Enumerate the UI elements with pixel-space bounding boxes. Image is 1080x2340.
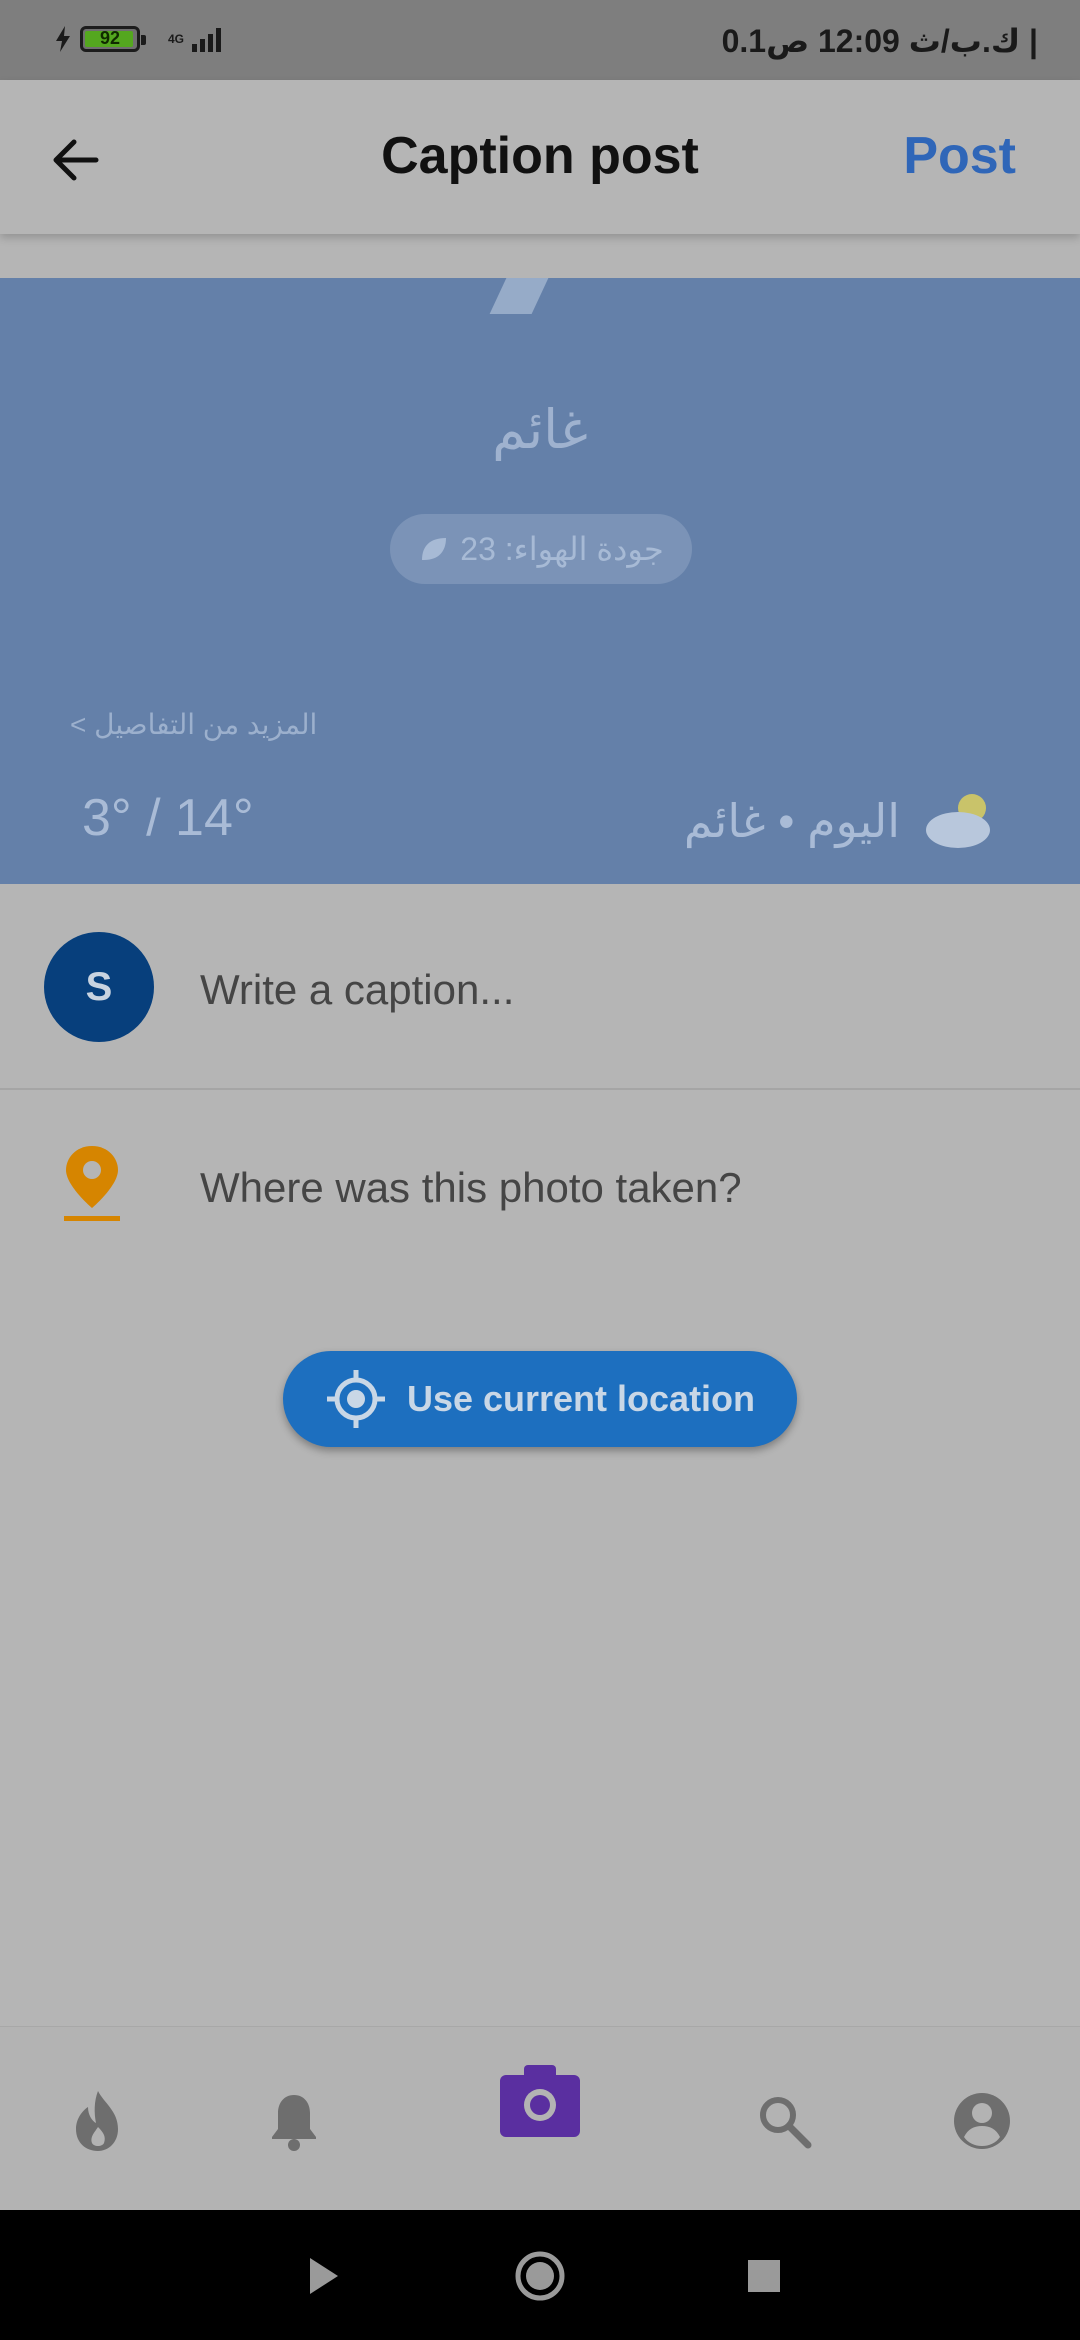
nav-trending[interactable] bbox=[58, 2081, 138, 2161]
bell-icon bbox=[272, 2095, 316, 2151]
signal-icon bbox=[192, 26, 222, 52]
leaf-icon bbox=[422, 538, 447, 560]
nav-notifications[interactable] bbox=[254, 2081, 334, 2161]
more-details-text: المزيد من التفاصيل bbox=[94, 709, 318, 740]
more-details-link: < المزيد من التفاصيل bbox=[70, 708, 317, 741]
flame-icon bbox=[76, 2091, 118, 2151]
caption-row: S bbox=[0, 884, 1080, 1090]
battery-level: 92 bbox=[99, 28, 121, 48]
gps-target-icon bbox=[326, 1370, 385, 1428]
search-icon bbox=[760, 2097, 812, 2149]
avatar: S bbox=[44, 932, 154, 1042]
charging-icon bbox=[56, 26, 70, 52]
use-current-location-button[interactable]: Use current location bbox=[283, 1351, 797, 1447]
weather-condition: غائم bbox=[492, 400, 588, 460]
photo-preview: غائم جودة الهواء: 23 < المزيد من التفاصي… bbox=[0, 278, 1080, 884]
air-quality-text: جودة الهواء: 23 bbox=[460, 531, 664, 567]
app-bar: Caption post Post bbox=[0, 80, 1080, 234]
recents-square-icon[interactable] bbox=[734, 2246, 794, 2306]
post-button[interactable]: Post bbox=[903, 126, 1016, 186]
use-current-location-label: Use current location bbox=[406, 1378, 756, 1419]
partly-cloudy-icon bbox=[926, 794, 990, 848]
caption-input[interactable] bbox=[198, 944, 1022, 1036]
battery-icon: 92 bbox=[80, 26, 146, 52]
home-circle-icon[interactable] bbox=[510, 2246, 570, 2306]
today-forecast: اليوم • غائم bbox=[683, 795, 900, 847]
location-row bbox=[0, 1090, 1080, 1280]
status-right: 0.1ك.ب/ث 12:09 ص | bbox=[722, 22, 1038, 60]
location-input[interactable] bbox=[198, 1142, 1022, 1234]
location-pin-icon bbox=[64, 1146, 120, 1221]
system-navigation-bar bbox=[0, 2210, 1080, 2340]
account-icon bbox=[954, 2093, 1010, 2149]
back-triangle-icon[interactable] bbox=[290, 2246, 350, 2306]
status-bar: 92 4G 0.1ك.ب/ث 12:09 ص | bbox=[0, 0, 1080, 80]
bottom-navigation bbox=[0, 2026, 1080, 2211]
camera-icon bbox=[500, 2065, 580, 2137]
network-type: 4G bbox=[168, 32, 185, 46]
air-quality-pill: جودة الهواء: 23 bbox=[390, 514, 692, 584]
nav-camera[interactable] bbox=[496, 2057, 584, 2145]
status-left: 92 4G bbox=[54, 26, 222, 52]
chevron-left-icon: < bbox=[70, 709, 95, 740]
temperature-range: 3° / 14° bbox=[82, 789, 254, 847]
nav-profile[interactable] bbox=[942, 2081, 1022, 2161]
nav-search[interactable] bbox=[744, 2081, 824, 2161]
photo-decoration bbox=[489, 278, 549, 314]
